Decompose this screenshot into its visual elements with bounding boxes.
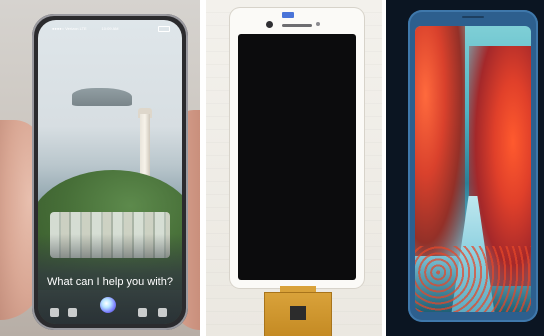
flex-chip [290, 306, 306, 320]
info-icon[interactable] [138, 308, 147, 317]
status-bar: ●●●●○ Verizon LTE 10:09 AM [38, 24, 182, 34]
photo-panel-iphone: ●●●●○ Verizon LTE 10:09 AM What can I he… [0, 0, 200, 336]
lcd-panel [238, 34, 356, 280]
photo-panel-display-module [206, 0, 382, 336]
settings-icon[interactable] [158, 308, 167, 317]
sensor-icon [316, 22, 320, 26]
siri-prompt: What can I help you with? [47, 276, 173, 288]
island-image [72, 88, 132, 106]
earpiece-slot [282, 24, 312, 27]
camera-icon[interactable] [50, 308, 59, 317]
siri-orb-icon[interactable] [100, 297, 116, 313]
phone-screen: ●●●●○ Verizon LTE 10:09 AM What can I he… [38, 20, 182, 324]
phone-screen-autumn [415, 26, 531, 312]
phone-device: ●●●●○ Verizon LTE 10:09 AM What can I he… [32, 14, 188, 330]
speaker-grille [462, 16, 484, 18]
protective-film-tab [282, 12, 294, 18]
photo-panel-autumn-phone [386, 0, 544, 336]
display-module [230, 8, 364, 288]
fallen-leaves [415, 246, 531, 312]
battery-icon [158, 26, 170, 32]
front-camera-icon [266, 21, 273, 28]
photos-icon[interactable] [68, 308, 77, 317]
phone-device-blue [408, 10, 538, 322]
autumn-tree-left [415, 26, 465, 256]
